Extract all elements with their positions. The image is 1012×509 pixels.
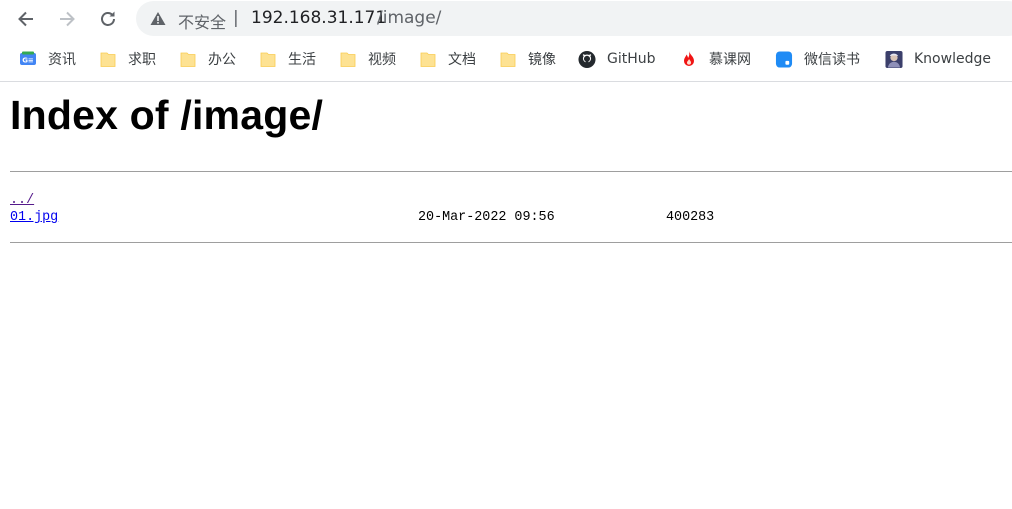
url-separator: | [233, 8, 239, 28]
arrow-left-icon [18, 11, 33, 27]
bookmark-weixin-dushu[interactable]: 微信读书 [775, 47, 860, 71]
url-host[interactable]: 192.168.31.171 [251, 8, 386, 28]
bookmark-jingxiang[interactable]: 镜像 [499, 47, 556, 71]
forward-button[interactable] [55, 7, 79, 31]
listing-row: 01.jpg 20-Mar-2022 09:56 400283 [10, 209, 714, 226]
flame-icon [680, 50, 698, 68]
url-path[interactable]: /image/ [377, 8, 441, 28]
folder-icon [99, 50, 117, 68]
bookmark-label: 文档 [448, 52, 476, 68]
bookmark-label: 求职 [128, 52, 156, 68]
bookmark-label: 镜像 [528, 52, 556, 68]
bookmark-label: 生活 [288, 52, 316, 68]
bookmark-label: 视频 [368, 52, 396, 68]
horizontal-rule-top [10, 171, 1012, 172]
bookmarks-bar: G≡ 资讯 求职 办公 生活 视频 文档 镜像 GitHub 慕课网 微信读书 … [0, 37, 1012, 81]
bookmark-wendang[interactable]: 文档 [419, 47, 476, 71]
bookmark-github[interactable]: GitHub [578, 47, 656, 71]
bookmark-label: 慕课网 [709, 52, 751, 68]
file-size: 400283 [666, 210, 715, 225]
bookmark-label: 微信读书 [804, 52, 860, 68]
reload-icon [101, 11, 115, 26]
svg-text:G≡: G≡ [22, 57, 34, 65]
bookmark-mukewang[interactable]: 慕课网 [680, 47, 751, 71]
bookmark-knowledge[interactable]: Knowledge [885, 47, 991, 71]
github-icon [578, 50, 596, 68]
folder-icon [419, 50, 437, 68]
file-modified-date: 20-Mar-2022 09:56 [418, 210, 555, 225]
folder-icon [339, 50, 357, 68]
parent-directory-link[interactable]: ../ [10, 193, 34, 208]
weread-icon [775, 50, 793, 68]
bookmark-shipin[interactable]: 视频 [339, 47, 396, 71]
bookmark-label: 办公 [208, 52, 236, 68]
bookmark-label: GitHub [607, 51, 656, 67]
reload-button[interactable] [96, 7, 120, 31]
listing-row: ../ [10, 192, 58, 209]
bookmark-qiuzhi[interactable]: 求职 [99, 47, 156, 71]
back-button[interactable] [14, 7, 38, 31]
page-title: Index of /image/ [10, 92, 324, 138]
file-link[interactable]: 01.jpg [10, 210, 58, 225]
folder-icon [499, 50, 517, 68]
address-bar[interactable]: 不安全 | 192.168.31.171 /image/ [136, 1, 1012, 36]
warning-icon[interactable] [150, 11, 166, 26]
security-status-label[interactable]: 不安全 [178, 9, 226, 33]
bookmark-shenghuo[interactable]: 生活 [259, 47, 316, 71]
knowledge-avatar-icon [885, 50, 903, 68]
bookmark-bangong[interactable]: 办公 [179, 47, 236, 71]
google-news-icon: G≡ [19, 50, 37, 68]
horizontal-rule-bottom [10, 242, 1012, 243]
arrow-right-icon [60, 11, 75, 27]
directory-listing: ../ 01.jpg 20-Mar-2022 09:56 400283 [10, 192, 714, 226]
bookmark-zixun[interactable]: G≡ 资讯 [19, 47, 76, 71]
toolbar-divider [0, 81, 1012, 82]
bookmark-label: 资讯 [48, 52, 76, 68]
folder-icon [179, 50, 197, 68]
browser-toolbar: 不安全 | 192.168.31.171 /image/ [0, 0, 1012, 37]
bookmark-label: Knowledge [914, 51, 991, 67]
folder-icon [259, 50, 277, 68]
